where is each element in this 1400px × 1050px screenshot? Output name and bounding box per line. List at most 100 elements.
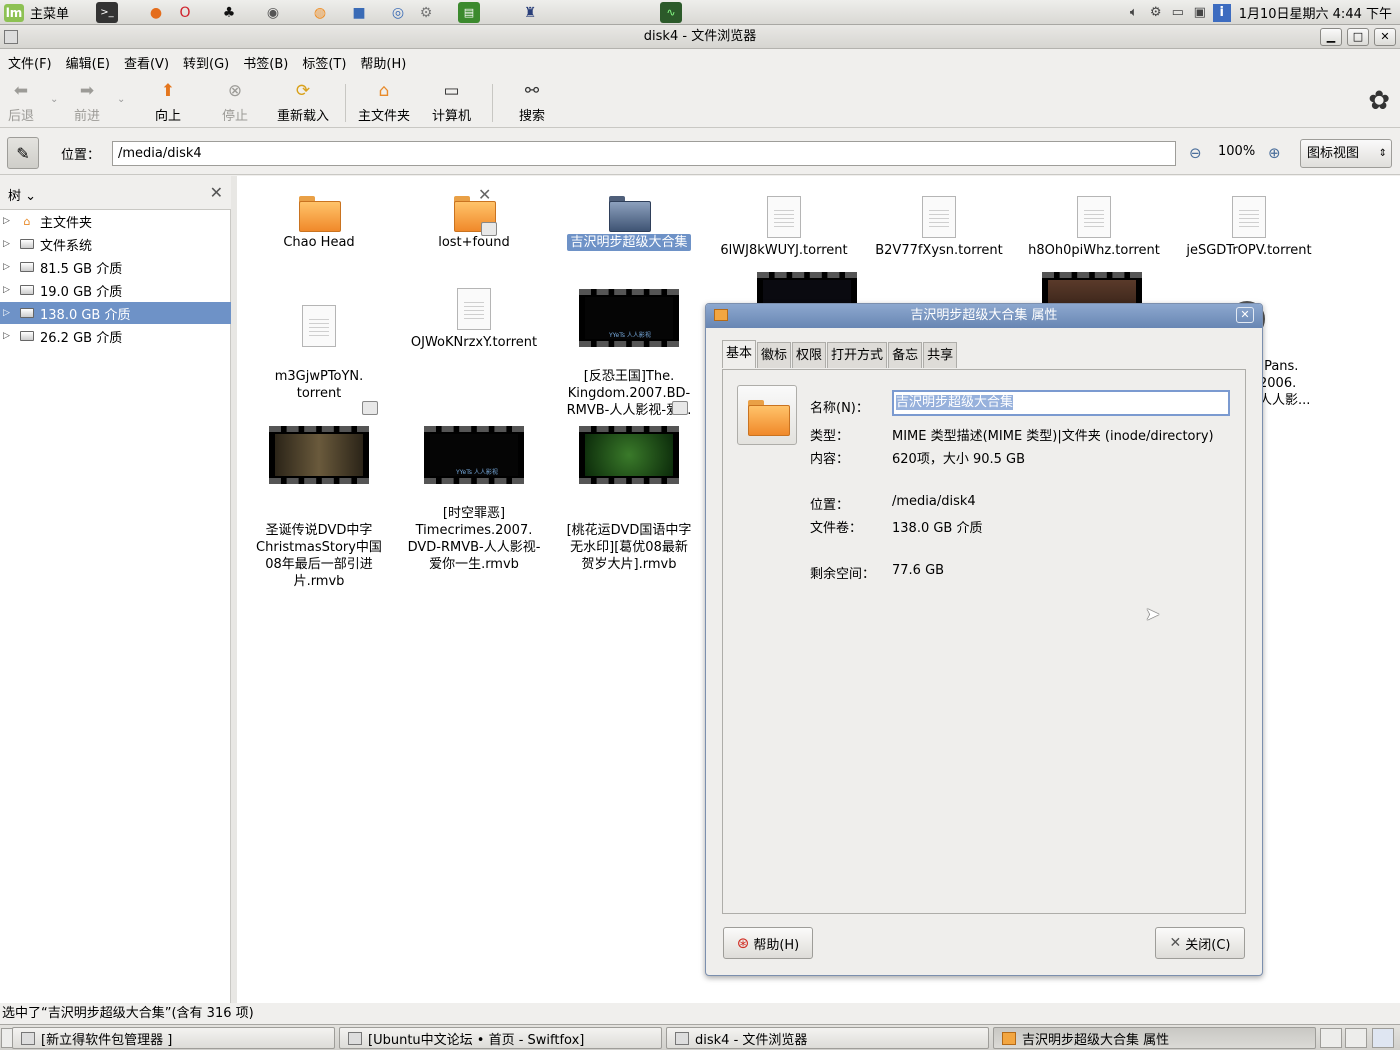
file-item-torrent[interactable]: 6lWJ8kWUYJ.torrent (709, 196, 859, 259)
tab-notes[interactable]: 备忘 (888, 342, 923, 368)
file-item-folder[interactable]: ✕ lost+found (399, 186, 549, 251)
minimize-icon[interactable]: ▁ (1320, 28, 1342, 46)
forward-history-chevron-icon[interactable]: ⌄ (117, 94, 125, 105)
burner-icon[interactable]: ◍ (309, 2, 331, 23)
expander-icon[interactable]: ▷ (3, 308, 19, 318)
gnome-foot-icon: ✿ (1368, 86, 1390, 116)
forward-button[interactable]: ➡ 前进 (74, 80, 100, 126)
window-menu-icon[interactable] (4, 30, 18, 44)
tab-basic[interactable]: 基本 (722, 340, 757, 368)
document-icon (1077, 196, 1111, 238)
file-item-torrent[interactable]: h8Oh0piWhz.torrent (1019, 196, 1169, 259)
qq-icon[interactable]: ♣ (218, 2, 240, 23)
expander-icon[interactable]: ▷ (3, 239, 19, 249)
contents-label: 内容： (810, 452, 850, 467)
view-mode-select[interactable]: 图标视图 ⇕ (1300, 139, 1392, 168)
printer-icon[interactable]: ▭ (1169, 4, 1187, 22)
gear-icon[interactable]: ⚙ (1147, 4, 1165, 22)
zoom-in-icon[interactable]: ⊕ (1268, 144, 1281, 162)
tab-permissions[interactable]: 权限 (792, 342, 827, 368)
tree-item-filesystem[interactable]: ▷ 文件系统 (0, 233, 231, 255)
file-item-video[interactable]: [桃花运DVD国语中字 无水印][葛优08最新 贺岁大片].rmvb (554, 401, 704, 590)
close-icon[interactable]: ✕ (210, 183, 223, 202)
file-item-torrent[interactable]: m3GjwPToYN. torrent (244, 288, 394, 419)
zoom-out-icon[interactable]: ⊖ (1189, 144, 1202, 162)
menu-file[interactable]: 文件(F) (8, 53, 52, 72)
location-input[interactable]: /media/disk4 (112, 141, 1176, 166)
menu-view[interactable]: 查看(V) (124, 53, 169, 72)
tree-item-drive[interactable]: ▷ 26.2 GB 介质 (0, 325, 231, 347)
location-edit-toggle[interactable]: ✎ (7, 137, 39, 169)
file-item-folder[interactable]: Chao Head (244, 196, 394, 251)
file-item-torrent[interactable]: jeSGDTrOPV.torrent (1174, 196, 1324, 259)
tab-emblems[interactable]: 徽标 (757, 342, 792, 368)
clock[interactable]: 1月10日星期六 4:44 下午 (1235, 3, 1396, 22)
up-button[interactable]: ⬆ 向上 (155, 80, 181, 126)
calculator-icon[interactable]: ▤ (458, 2, 480, 23)
tree-item-drive[interactable]: ▷ 81.5 GB 介质 (0, 256, 231, 278)
package-icon[interactable]: ■ (348, 2, 370, 23)
task-file-browser[interactable]: disk4 - 文件浏览器 (666, 1027, 989, 1049)
help-button[interactable]: ⊛ 帮助(H) (723, 927, 813, 959)
task-properties[interactable]: 吉沢明步超级大合集 属性 (993, 1027, 1316, 1049)
main-menu-button[interactable]: lm 主菜单 (4, 2, 69, 23)
close-icon[interactable]: ✕ (1374, 28, 1396, 46)
drive-icon (19, 306, 35, 320)
home-button[interactable]: ⌂ 主文件夹 (358, 80, 410, 126)
disk-utility-icon[interactable]: ◉ (262, 2, 284, 23)
menu-tabs[interactable]: 标签(T) (302, 53, 346, 72)
workspace-switcher-3[interactable] (1372, 1028, 1394, 1048)
settings-icon[interactable]: ⚙ (415, 2, 437, 23)
stop-icon: ⊗ (227, 81, 243, 101)
task-swiftfox[interactable]: [Ubuntu中文论坛 • 首页 - Swiftfox] (339, 1027, 662, 1049)
home-folder-icon: ⌂ (378, 81, 390, 101)
menu-edit[interactable]: 编辑(E) (66, 53, 110, 72)
computer-button[interactable]: ▭ 计算机 (432, 80, 471, 126)
close-icon[interactable]: ✕ (1236, 307, 1254, 323)
file-item-video[interactable]: YYeTs 人人影视 [时空罪恶] Timecrimes.2007. DVD-R… (399, 409, 549, 590)
workspace-switcher-1[interactable] (1320, 1028, 1342, 1048)
tab-open-with[interactable]: 打开方式 (827, 342, 888, 368)
file-item-video[interactable]: 圣诞传说DVD中字 ChristmasStory中国 08年最后一部引进 片.r… (244, 401, 394, 607)
drive-icon (19, 260, 35, 274)
name-input[interactable]: 吉沢明步超级大合集 (892, 390, 1230, 416)
folder-icon-button[interactable] (737, 385, 797, 445)
reload-icon: ⟳ (295, 81, 311, 101)
file-item-torrent[interactable]: OJWoKNrzxY.torrent (399, 288, 549, 351)
tree-item-home[interactable]: ▷ ⌂ 主文件夹 (0, 210, 231, 232)
expander-icon[interactable]: ▷ (3, 285, 19, 295)
back-history-chevron-icon[interactable]: ⌄ (50, 94, 58, 105)
tree-item-drive[interactable]: ▷ 19.0 GB 介质 (0, 279, 231, 301)
menu-help[interactable]: 帮助(H) (360, 53, 406, 72)
menu-go[interactable]: 转到(G) (183, 53, 229, 72)
tree-item-drive-selected[interactable]: ▷ 138.0 GB 介质 (0, 302, 231, 324)
reload-button[interactable]: ⟳ 重新载入 (277, 80, 329, 126)
browser-icon[interactable]: ◎ (387, 2, 409, 23)
sidebar-type-select[interactable]: 树 ⌄ (8, 185, 36, 204)
menu-bookmarks[interactable]: 书签(B) (243, 53, 288, 72)
workspace-switcher-2[interactable] (1345, 1028, 1367, 1048)
terminal-icon[interactable]: >_ (96, 2, 118, 23)
firefox-icon[interactable]: ● (145, 2, 167, 23)
wine-icon[interactable]: ♜ (519, 2, 541, 23)
network-icon[interactable]: ▣ (1191, 4, 1209, 22)
tab-share[interactable]: 共享 (923, 342, 958, 368)
expander-icon[interactable]: ▷ (3, 331, 19, 341)
stop-button[interactable]: ⊗ 停止 (222, 80, 248, 126)
search-button[interactable]: ⚯ 搜索 (519, 80, 545, 126)
expander-icon[interactable]: ▷ (3, 216, 19, 226)
maximize-icon[interactable]: □ (1347, 28, 1369, 46)
volume-icon[interactable]: 🔈︎ (1125, 4, 1143, 22)
expander-icon[interactable]: ▷ (3, 262, 19, 272)
info-icon[interactable]: i (1212, 3, 1231, 22)
file-item-folder-selected[interactable]: 吉沢明步超级大合集 (554, 196, 704, 251)
task-synaptic[interactable]: [新立得软件包管理器 ] (12, 1027, 335, 1049)
system-monitor-icon[interactable]: ∿ (660, 2, 682, 23)
back-button[interactable]: ⬅ 后退 (8, 80, 34, 126)
up-arrow-icon: ⬆ (160, 81, 176, 101)
opera-icon[interactable]: O (174, 2, 196, 23)
dialog-titlebar[interactable]: 吉沢明步超级大合集 属性 ✕ (706, 304, 1262, 328)
window-titlebar[interactable]: disk4 - 文件浏览器 ▁ □ ✕ (0, 25, 1400, 49)
file-item-torrent[interactable]: B2V77fXysn.torrent (864, 196, 1014, 259)
close-button[interactable]: ✕ 关闭(C) (1155, 927, 1245, 959)
